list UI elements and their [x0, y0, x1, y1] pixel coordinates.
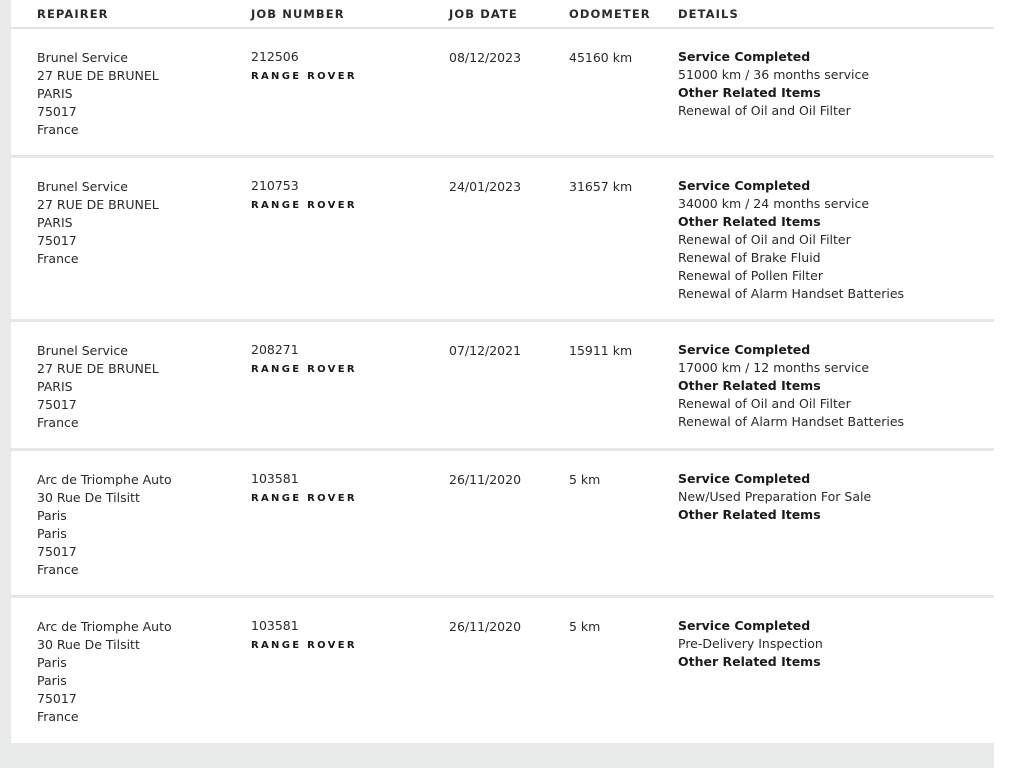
- odometer-reading: 31657 km: [569, 179, 633, 194]
- details-cell: Service Completed 17000 km / 12 months se…: [678, 341, 904, 431]
- table-row: Brunel Service 27 RUE DE BRUNEL PARIS 75017…: [11, 322, 994, 451]
- job-number-cell: 208271 RANGE ROVER: [251, 341, 357, 379]
- column-header-odometer: ODOMETER: [569, 7, 651, 21]
- repairer-address-line: PARIS: [37, 86, 73, 101]
- repairer-cell: Brunel Service 27 RUE DE BRUNEL PARIS 75017…: [37, 178, 159, 268]
- repairer-address-line: 30 Rue De Tilsitt: [37, 490, 140, 505]
- table-row: Brunel Service 27 RUE DE BRUNEL PARIS 75017…: [11, 158, 994, 322]
- repairer-cell: Brunel Service 27 RUE DE BRUNEL PARIS 75017…: [37, 49, 159, 139]
- repairer-address-line: 75017: [37, 233, 77, 248]
- job-number: 103581: [251, 618, 299, 633]
- service-history-page: REPAIRER JOB NUMBER JOB DATE ODOMETER DE…: [0, 0, 1024, 768]
- repairer-address-line: France: [37, 562, 79, 577]
- details-heading: Other Related Items: [678, 214, 821, 229]
- details-item: 34000 km / 24 months service: [678, 196, 870, 211]
- vehicle-brand-logo: RANGE ROVER: [251, 200, 357, 211]
- repairer-address-line: 27 RUE DE BRUNEL: [37, 197, 159, 212]
- odometer-reading: 15911 km: [569, 343, 633, 358]
- vehicle-brand-logo: RANGE ROVER: [251, 71, 357, 82]
- odometer-reading: 45160 km: [569, 50, 633, 65]
- details-heading: Other Related Items: [678, 654, 821, 669]
- details-heading: Other Related Items: [678, 85, 821, 100]
- repairer-address-line: 30 Rue De Tilsitt: [37, 637, 140, 652]
- repairer-address-line: Paris: [37, 655, 67, 670]
- repairer-address-line: France: [37, 122, 79, 137]
- repairer-address-line: PARIS: [37, 379, 73, 394]
- details-item: 51000 km / 36 months service: [678, 67, 870, 82]
- column-header-repairer: REPAIRER: [37, 7, 109, 21]
- job-number-cell: 212506 RANGE ROVER: [251, 48, 357, 86]
- details-item: New/Used Preparation For Sale: [678, 489, 872, 504]
- details-cell: Service Completed 51000 km / 36 months se…: [678, 48, 869, 120]
- details-item: 17000 km / 12 months service: [678, 360, 870, 375]
- details-cell: Service Completed New/Used Preparation Fo…: [678, 470, 871, 524]
- job-number-cell: 103581 RANGE ROVER: [251, 617, 357, 655]
- vehicle-brand-logo: RANGE ROVER: [251, 640, 357, 651]
- service-history-table: REPAIRER JOB NUMBER JOB DATE ODOMETER DE…: [11, 0, 994, 743]
- details-cell: Service Completed Pre-Delivery Inspection…: [678, 617, 823, 671]
- repairer-cell: Arc de Triomphe Auto 30 Rue De Tilsitt Par…: [37, 471, 172, 579]
- repairer-address-line: Paris: [37, 508, 67, 523]
- job-date: 26/11/2020: [449, 472, 522, 487]
- repairer-name: Brunel Service: [37, 50, 128, 65]
- table-row: Arc de Triomphe Auto 30 Rue De Tilsitt Par…: [11, 451, 994, 598]
- job-number-cell: 210753 RANGE ROVER: [251, 177, 357, 215]
- repairer-address-line: 27 RUE DE BRUNEL: [37, 68, 159, 83]
- odometer-reading: 5 km: [569, 472, 601, 487]
- job-number: 208271: [251, 342, 299, 357]
- details-heading: Service Completed: [678, 49, 811, 64]
- job-number: 210753: [251, 178, 299, 193]
- repairer-address-line: Paris: [37, 673, 67, 688]
- details-heading: Service Completed: [678, 618, 811, 633]
- odometer-reading: 5 km: [569, 619, 601, 634]
- job-date: 08/12/2023: [449, 50, 522, 65]
- details-cell: Service Completed 34000 km / 24 months se…: [678, 177, 904, 303]
- details-heading: Other Related Items: [678, 507, 821, 522]
- table-row: Arc de Triomphe Auto 30 Rue De Tilsitt Par…: [11, 598, 994, 743]
- details-heading: Service Completed: [678, 342, 811, 357]
- table-row: Brunel Service 27 RUE DE BRUNEL PARIS 75017…: [11, 29, 994, 158]
- repairer-address-line: Paris: [37, 526, 67, 541]
- repairer-name: Brunel Service: [37, 343, 128, 358]
- repairer-address-line: France: [37, 251, 79, 266]
- scroll-gutter: [994, 0, 1024, 768]
- repairer-address-line: France: [37, 709, 79, 724]
- vehicle-brand-logo: RANGE ROVER: [251, 493, 357, 504]
- details-item: Renewal of Brake Fluid: [678, 250, 821, 265]
- repairer-address-line: 75017: [37, 691, 77, 706]
- details-heading: Service Completed: [678, 471, 811, 486]
- column-header-details: DETAILS: [678, 7, 739, 21]
- column-header-job-number: JOB NUMBER: [251, 7, 345, 21]
- details-item: Renewal of Oil and Oil Filter: [678, 396, 851, 411]
- details-heading: Service Completed: [678, 178, 811, 193]
- vehicle-brand-logo: RANGE ROVER: [251, 364, 357, 375]
- table-header: REPAIRER JOB NUMBER JOB DATE ODOMETER DE…: [11, 0, 994, 29]
- column-header-job-date: JOB DATE: [449, 7, 518, 21]
- details-item: Renewal of Pollen Filter: [678, 268, 824, 283]
- page-footer-band: [0, 743, 994, 768]
- job-date: 26/11/2020: [449, 619, 522, 634]
- details-heading: Other Related Items: [678, 378, 821, 393]
- details-item: Renewal of Alarm Handset Batteries: [678, 286, 905, 301]
- repairer-cell: Brunel Service 27 RUE DE BRUNEL PARIS 75017…: [37, 342, 159, 432]
- details-item: Pre-Delivery Inspection: [678, 636, 823, 651]
- details-item: Renewal of Oil and Oil Filter: [678, 232, 851, 247]
- details-item: Renewal of Alarm Handset Batteries: [678, 414, 905, 429]
- repairer-address-line: 75017: [37, 397, 77, 412]
- job-number-cell: 103581 RANGE ROVER: [251, 470, 357, 508]
- repairer-address-line: 75017: [37, 104, 77, 119]
- job-date: 07/12/2021: [449, 343, 522, 358]
- repairer-address-line: France: [37, 415, 79, 430]
- repairer-name: Arc de Triomphe Auto: [37, 472, 172, 487]
- repairer-cell: Arc de Triomphe Auto 30 Rue De Tilsitt Par…: [37, 618, 172, 726]
- repairer-name: Brunel Service: [37, 179, 128, 194]
- job-number: 212506: [251, 49, 299, 64]
- repairer-name: Arc de Triomphe Auto: [37, 619, 172, 634]
- job-date: 24/01/2023: [449, 179, 522, 194]
- details-item: Renewal of Oil and Oil Filter: [678, 103, 851, 118]
- repairer-address-line: PARIS: [37, 215, 73, 230]
- repairer-address-line: 75017: [37, 544, 77, 559]
- job-number: 103581: [251, 471, 299, 486]
- repairer-address-line: 27 RUE DE BRUNEL: [37, 361, 159, 376]
